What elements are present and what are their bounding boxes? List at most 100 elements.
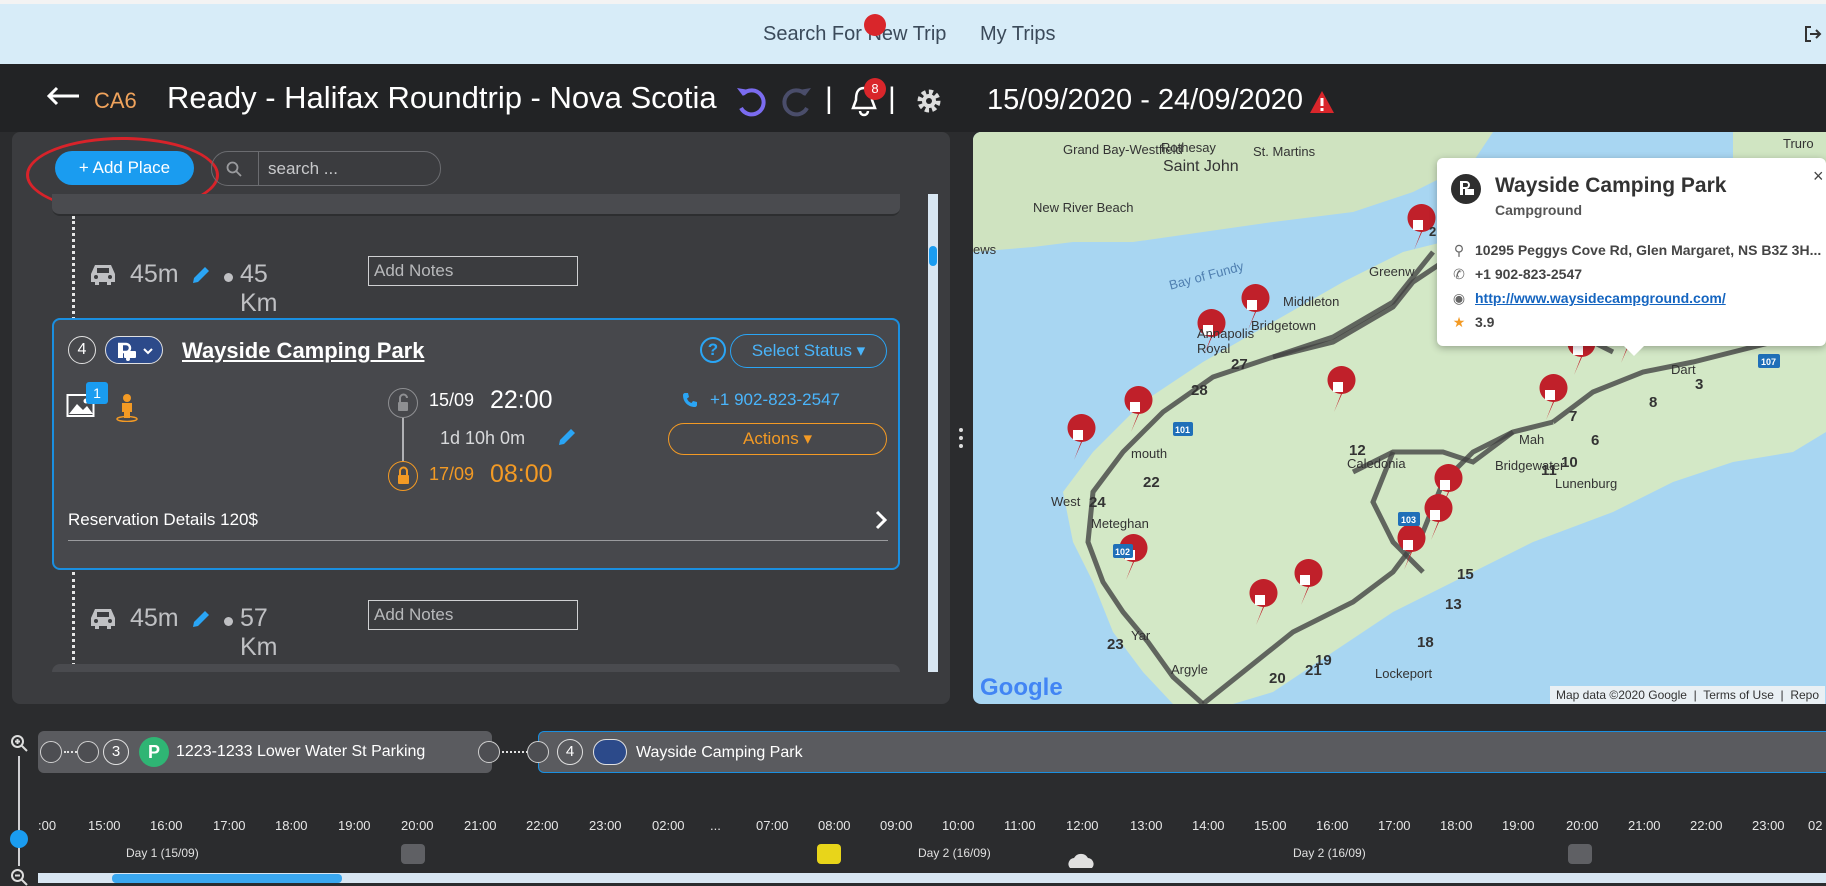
day-label: Day 2 (16/09) xyxy=(918,846,991,860)
trip-dates: 15/09/2020 - 24/09/2020 xyxy=(987,84,1304,116)
hour-tick: 16:00 xyxy=(150,818,183,833)
hour-tick: 14:00 xyxy=(1192,818,1225,833)
hour-tick: 09:00 xyxy=(880,818,913,833)
hour-tick: 02:00 xyxy=(652,818,685,833)
trip-title[interactable]: Ready - Halifax Roundtrip - Nova Scotia xyxy=(167,80,717,116)
separator: | xyxy=(888,82,896,115)
image-count-badge: 1 xyxy=(86,382,108,404)
popup-phone[interactable]: +1 902-823-2547 xyxy=(1475,266,1582,282)
car-icon xyxy=(91,609,115,629)
popup-phone-row: ✆ +1 902-823-2547 xyxy=(1451,266,1582,283)
popup-address: 10295 Peggys Cove Rd, Glen Margaret, NS … xyxy=(1475,242,1822,258)
timeline-scrollbar[interactable] xyxy=(38,873,1826,883)
undo-icon[interactable] xyxy=(734,86,768,118)
start-date[interactable]: 15/09 xyxy=(429,390,474,411)
popup-website-link[interactable]: http://www.waysidecampground.com/ xyxy=(1475,290,1726,306)
pencil-icon[interactable] xyxy=(190,608,212,630)
select-status-button[interactable]: Select Status ▾ xyxy=(730,334,887,368)
marker-label: 27 xyxy=(1231,356,1248,373)
place-number: 4 xyxy=(68,336,96,364)
reservation-details[interactable]: Reservation Details 120$ xyxy=(68,510,258,530)
map-label: Annapolis Royal xyxy=(1197,326,1255,356)
phone-number[interactable]: +1 902-823-2547 xyxy=(710,390,840,410)
hour-tick: 15:00 xyxy=(88,818,121,833)
notes-input[interactable] xyxy=(368,256,578,286)
close-icon[interactable]: × xyxy=(1813,166,1824,187)
place-card[interactable]: 4 Wayside Camping Park ? Select Status ▾… xyxy=(52,318,900,570)
campground-logo-icon xyxy=(1451,174,1481,204)
marker-label: 13 xyxy=(1445,596,1462,613)
hour-tick: 22:00 xyxy=(526,818,559,833)
end-time[interactable]: 08:00 xyxy=(490,460,553,489)
pencil-icon[interactable] xyxy=(190,264,212,286)
next-place-card[interactable] xyxy=(52,664,900,672)
terms-link[interactable]: Terms of Use xyxy=(1703,688,1774,702)
zoom-slider-track[interactable] xyxy=(18,756,20,866)
report-link[interactable]: Repo xyxy=(1790,688,1819,702)
zoom-out-icon[interactable] xyxy=(10,868,28,886)
day-label: Day 2 (16/09) xyxy=(1293,846,1366,860)
drag-handle-icon[interactable] xyxy=(77,741,99,763)
marker-label: 18 xyxy=(1417,634,1434,651)
list-scrollbar[interactable] xyxy=(928,194,938,672)
map-footer: Map data ©2020 Google | Terms of Use | R… xyxy=(1550,686,1826,704)
map-label: mouth xyxy=(1131,446,1168,461)
hour-tick: 20:00 xyxy=(1566,818,1599,833)
panel-splitter-handle[interactable] xyxy=(955,426,967,450)
help-icon[interactable]: ? xyxy=(700,337,726,363)
sun-icon xyxy=(817,844,841,864)
place-type-dropdown[interactable] xyxy=(105,336,163,364)
start-time[interactable]: 22:00 xyxy=(490,386,553,415)
chevron-right-icon[interactable] xyxy=(874,510,888,530)
drag-handle-icon[interactable] xyxy=(527,741,549,763)
previous-place-card[interactable] xyxy=(52,194,900,216)
lock-icon[interactable] xyxy=(388,461,418,491)
place-name[interactable]: Wayside Camping Park xyxy=(182,338,424,364)
hour-tick: 17:00 xyxy=(1378,818,1411,833)
map-label: Lunenburg xyxy=(1555,476,1618,491)
marker-label: 11 xyxy=(1541,462,1557,479)
marker-label: 15 xyxy=(1457,566,1474,583)
pin-icon: ⚲ xyxy=(1453,242,1465,258)
notes-input[interactable] xyxy=(368,600,578,630)
marker-label: 21 xyxy=(1305,662,1322,679)
travel-distance: 57 Km xyxy=(240,604,278,661)
marker-label: 20 xyxy=(1269,670,1286,687)
popup-website-row: ◉ http://www.waysidecampground.com/ xyxy=(1451,290,1726,307)
map-label: West xyxy=(1051,494,1081,509)
person-icon[interactable] xyxy=(114,392,140,422)
map-label: ews xyxy=(973,242,997,257)
search-new-trip-link[interactable]: Search For New Trip xyxy=(763,23,946,46)
timeline-scrollbar-thumb[interactable] xyxy=(112,874,342,883)
marker-label: 24 xyxy=(1089,494,1106,511)
popup-place-type: Campground xyxy=(1495,202,1583,218)
add-place-button[interactable]: + Add Place xyxy=(55,151,194,185)
unlock-icon[interactable] xyxy=(388,388,418,418)
my-trips-link[interactable]: My Trips xyxy=(980,23,1056,46)
zoom-slider-handle[interactable] xyxy=(10,830,28,848)
scrollbar-thumb[interactable] xyxy=(929,246,937,266)
zoom-in-icon[interactable] xyxy=(10,734,28,752)
gear-icon[interactable] xyxy=(914,86,944,116)
back-arrow-icon[interactable] xyxy=(46,86,80,106)
marker-label: 2 xyxy=(1429,224,1437,239)
drag-handle-icon[interactable] xyxy=(40,741,62,763)
phone-icon: ✆ xyxy=(1453,266,1465,282)
hour-tick: 23:00 xyxy=(1752,818,1785,833)
route-shield-107: 107 xyxy=(1761,357,1776,367)
moon-icon xyxy=(1568,844,1592,864)
globe-icon: ◉ xyxy=(1452,290,1466,306)
hour-tick: 16:00 xyxy=(1316,818,1349,833)
map-label: Bridgetown xyxy=(1251,318,1317,333)
search-input[interactable] xyxy=(268,152,436,185)
map-label: Middleton xyxy=(1283,294,1340,309)
route-shield-103: 103 xyxy=(1401,515,1416,525)
pencil-icon[interactable] xyxy=(556,426,578,448)
logout-icon[interactable] xyxy=(1804,26,1822,42)
redo-icon[interactable] xyxy=(780,86,814,118)
search-box xyxy=(211,151,441,186)
actions-button[interactable]: Actions ▾ xyxy=(668,423,887,455)
drag-handle-icon[interactable] xyxy=(478,741,500,763)
warning-icon[interactable] xyxy=(1309,90,1335,114)
end-date[interactable]: 17/09 xyxy=(429,464,474,485)
